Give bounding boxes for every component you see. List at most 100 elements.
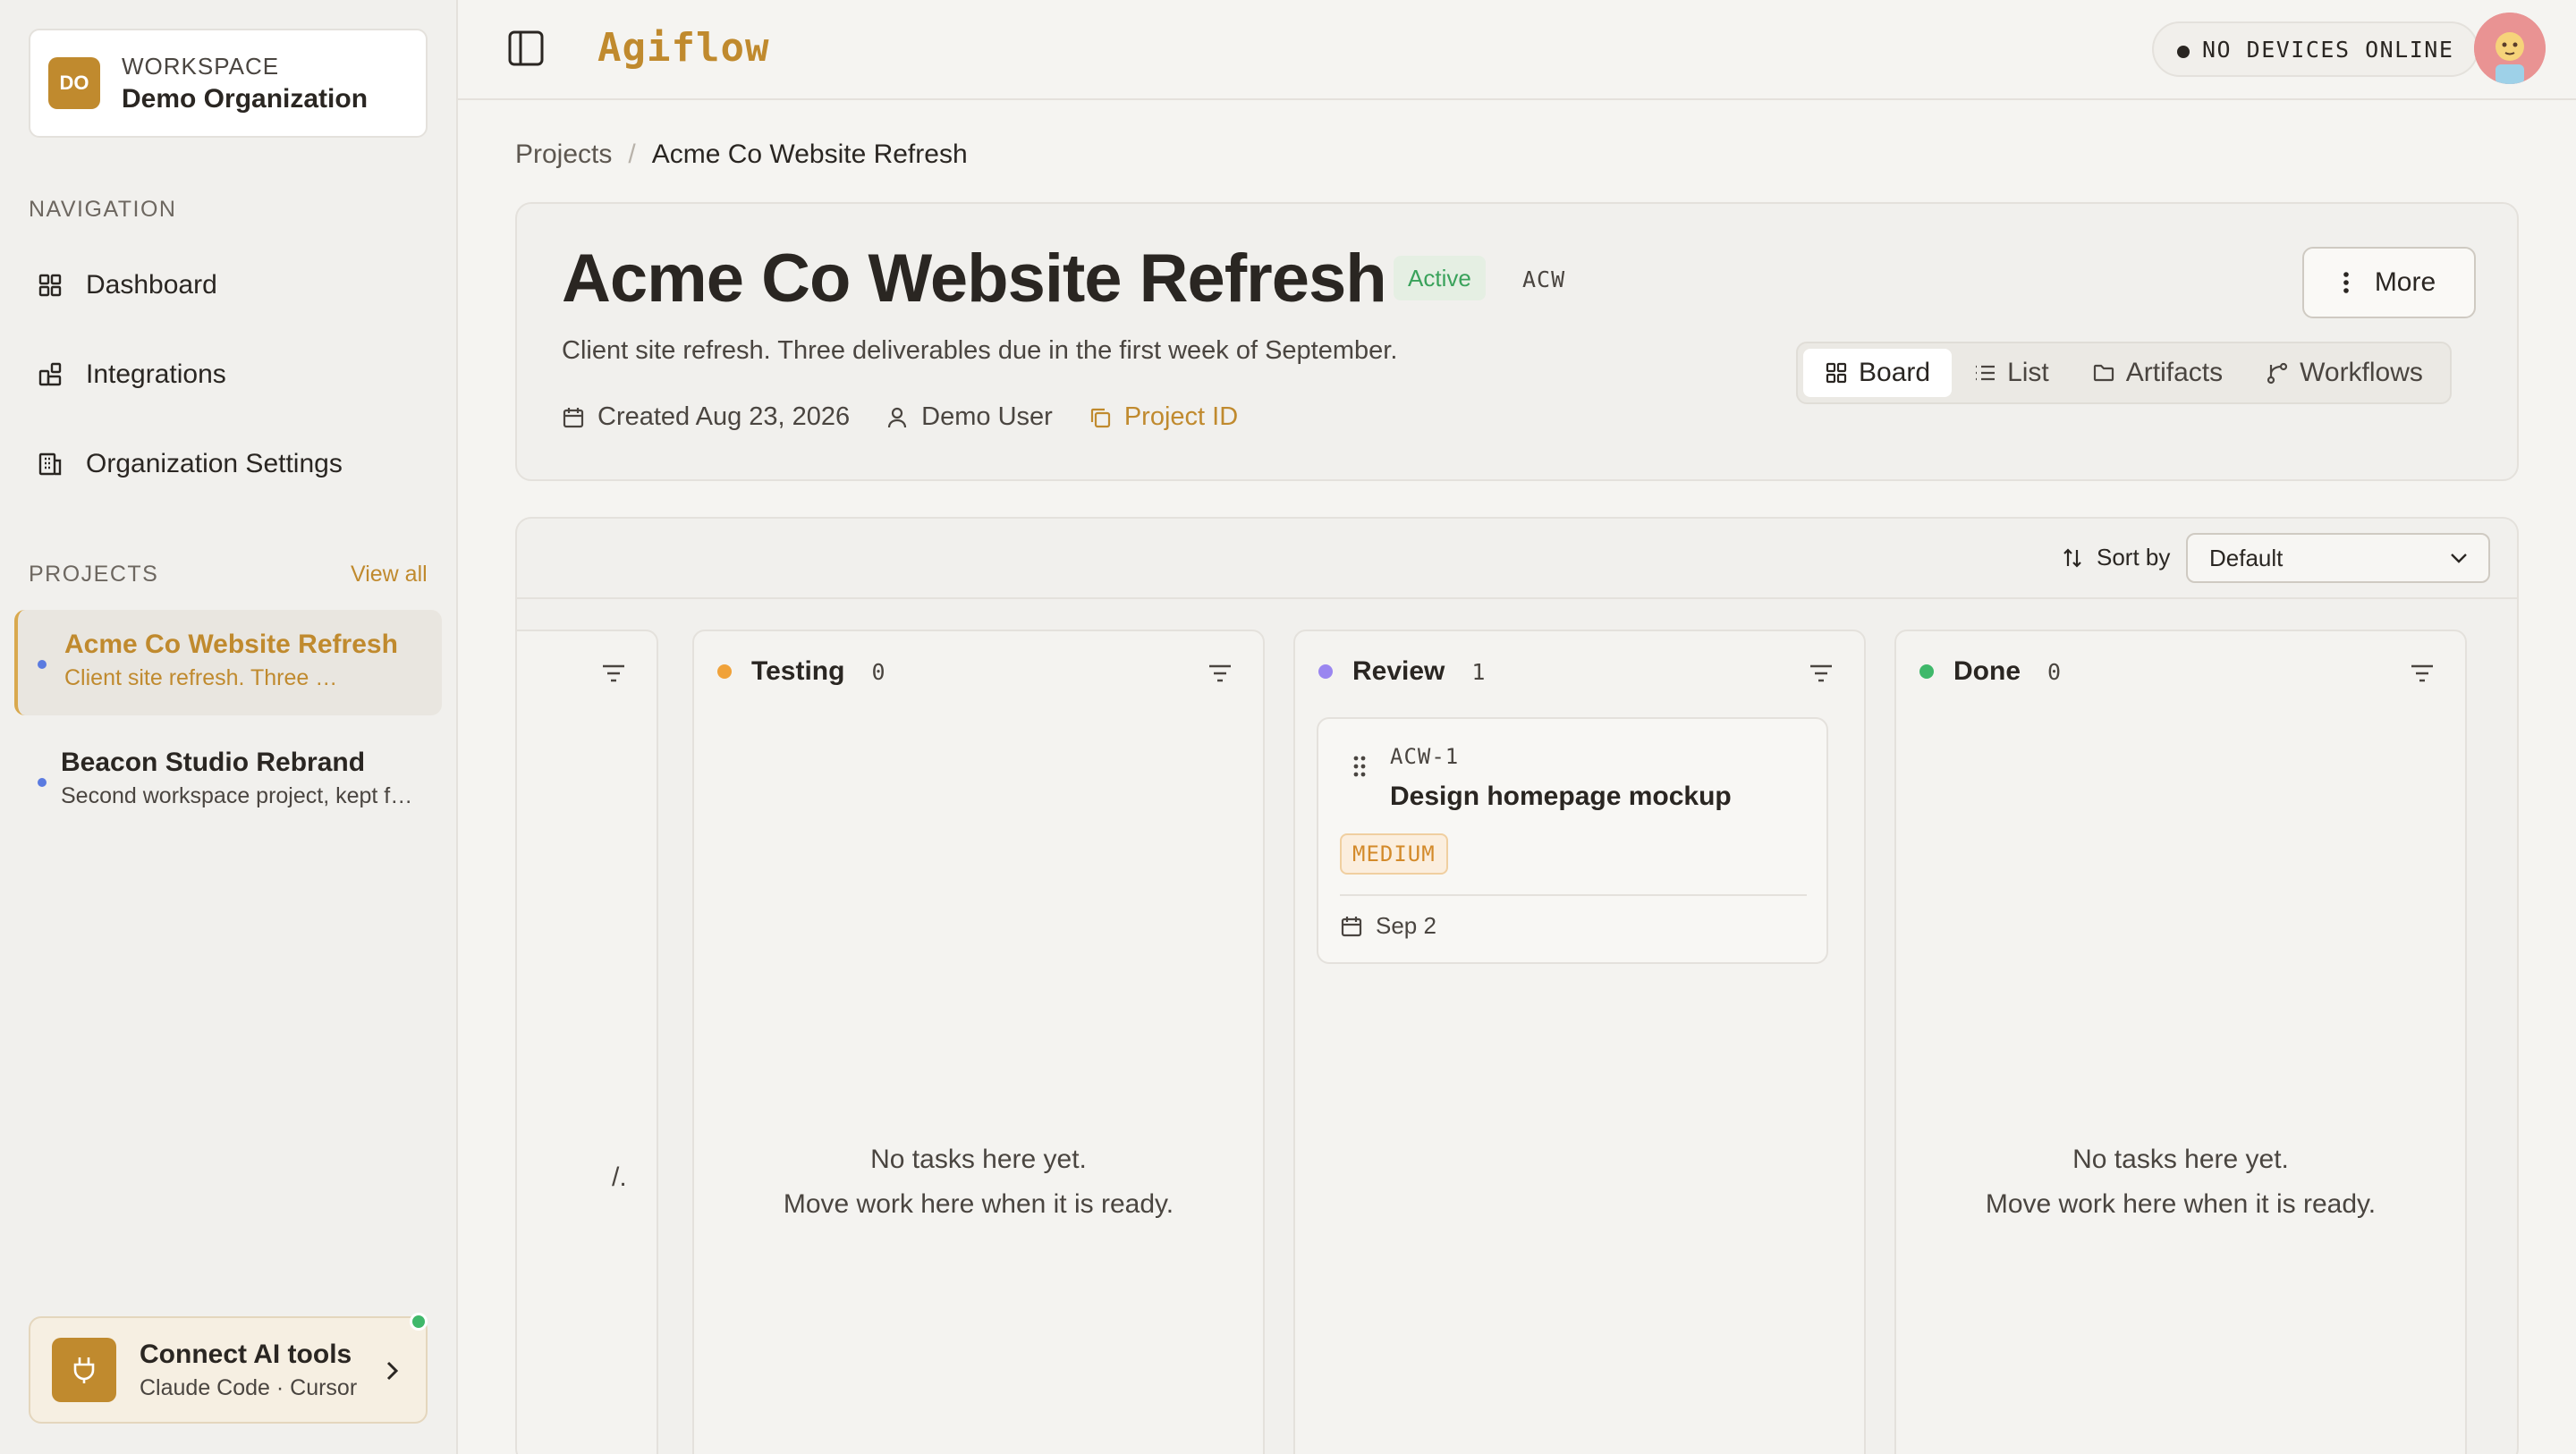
task-card[interactable]: ACW-1 Design homepage mockup MEDIUM Sep … bbox=[1317, 717, 1828, 964]
copy-icon bbox=[1090, 408, 1110, 427]
nav-item-label: Organization Settings bbox=[86, 449, 343, 478]
project-description: Client site refresh. Three deliverables … bbox=[562, 336, 1398, 365]
project-owner: Demo User bbox=[886, 402, 1053, 432]
sort-select[interactable]: Default bbox=[2186, 533, 2490, 583]
navigation-heading: NAVIGATION bbox=[29, 197, 177, 222]
priority-badge: MEDIUM bbox=[1340, 833, 1448, 875]
empty-state-line-2: Move work here when it is ready. bbox=[1985, 1189, 2377, 1219]
nav-item-integrations[interactable]: Integrations bbox=[36, 352, 226, 397]
chevron-down-icon bbox=[2451, 554, 2467, 563]
sidebar: DO WORKSPACE Demo Organization NAVIGATIO… bbox=[0, 0, 458, 1454]
view-tabs: Board List Artifacts Workflows bbox=[1796, 342, 2452, 404]
project-key-badge: ACW bbox=[1522, 266, 1566, 292]
column-title: Review bbox=[1352, 656, 1445, 686]
board-column-partial: /. bbox=[517, 630, 658, 1454]
tab-workflows[interactable]: Workflows bbox=[2244, 349, 2445, 397]
task-title: Design homepage mockup bbox=[1390, 782, 1732, 811]
empty-state-line-1: No tasks here yet. bbox=[870, 1145, 1087, 1174]
project-title: Acme Co Website Refresh bbox=[64, 630, 398, 659]
plug-icon bbox=[52, 1338, 116, 1402]
sort-by-text: Sort by bbox=[2097, 544, 2171, 571]
more-button[interactable]: More bbox=[2302, 247, 2476, 318]
building-icon bbox=[38, 452, 62, 476]
project-dot bbox=[38, 778, 47, 787]
empty-state-line-2: Move work here when it is ready. bbox=[783, 1189, 1174, 1219]
column-empty-state: No tasks here yet. Move work here when i… bbox=[694, 1137, 1263, 1227]
sort-by-label: Sort by bbox=[2061, 544, 2170, 571]
copy-project-id-button[interactable]: Project ID bbox=[1089, 402, 1238, 432]
column-header: Testing 0 bbox=[717, 656, 886, 687]
list-icon bbox=[1976, 365, 1996, 381]
column-header: Done 0 bbox=[1919, 656, 2061, 687]
sort-icon bbox=[2063, 547, 2081, 568]
filter-icon[interactable] bbox=[601, 664, 626, 683]
sidebar-toggle-icon[interactable] bbox=[506, 29, 546, 68]
breadcrumb-separator: / bbox=[628, 139, 636, 169]
project-meta: Created Aug 23, 2026 Demo User Project I… bbox=[562, 402, 1274, 432]
tab-label: Artifacts bbox=[2125, 358, 2224, 387]
workspace-name: Demo Organization bbox=[122, 83, 369, 114]
column-status-dot bbox=[1919, 664, 1934, 679]
board-column-done: Done 0 No tasks here yet. Move work here… bbox=[1894, 630, 2467, 1454]
grid-icon bbox=[1826, 362, 1847, 384]
project-item-beacon[interactable]: Beacon Studio Rebrand Second workspace p… bbox=[14, 728, 442, 826]
project-header: Acme Co Website Refresh Active ACW Clien… bbox=[515, 202, 2519, 481]
column-count: 0 bbox=[2047, 658, 2062, 685]
tab-board[interactable]: Board bbox=[1803, 349, 1953, 397]
task-due-text: Sep 2 bbox=[1376, 912, 1436, 939]
user-avatar[interactable] bbox=[2474, 13, 2546, 84]
project-item-acme[interactable]: Acme Co Website Refresh Client site refr… bbox=[14, 610, 442, 715]
filter-icon[interactable] bbox=[1208, 664, 1233, 683]
calendar-icon bbox=[563, 407, 584, 427]
workspace-switcher[interactable]: DO WORKSPACE Demo Organization bbox=[29, 29, 428, 138]
project-subtitle: Client site refresh. Three deliverables … bbox=[64, 665, 342, 690]
connect-title: Connect AI tools bbox=[140, 1339, 352, 1369]
filter-icon[interactable] bbox=[1809, 664, 1834, 683]
devices-status-pill[interactable]: NO DEVICES ONLINE bbox=[2152, 21, 2479, 77]
project-id-label: Project ID bbox=[1123, 402, 1239, 431]
blocks-icon bbox=[38, 362, 62, 386]
projects-heading: PROJECTS bbox=[29, 562, 159, 587]
more-vertical-icon bbox=[2343, 272, 2349, 293]
created-date-text: Created Aug 23, 2026 bbox=[597, 402, 851, 431]
tab-list[interactable]: List bbox=[1952, 349, 2071, 397]
filter-icon[interactable] bbox=[2410, 664, 2435, 683]
connect-ai-tools-card[interactable]: Connect AI tools Claude Code · Cursor bbox=[29, 1316, 428, 1424]
tab-label: Workflows bbox=[2300, 358, 2423, 387]
column-title: Testing bbox=[751, 656, 845, 686]
task-key: ACW-1 bbox=[1390, 744, 1460, 769]
workspace-avatar: DO bbox=[48, 57, 100, 109]
nav-item-organization-settings[interactable]: Organization Settings bbox=[36, 442, 343, 486]
task-due-date: Sep 2 bbox=[1340, 912, 1436, 940]
created-date: Created Aug 23, 2026 bbox=[562, 402, 850, 432]
task-divider bbox=[1340, 894, 1807, 896]
grid-icon bbox=[38, 274, 62, 297]
folder-icon bbox=[2093, 364, 2114, 382]
column-header: Review 1 bbox=[1318, 656, 1485, 687]
column-count: 0 bbox=[871, 658, 886, 685]
online-status-dot bbox=[410, 1313, 428, 1331]
column-title: Done bbox=[1953, 656, 2021, 686]
tab-artifacts[interactable]: Artifacts bbox=[2071, 349, 2244, 397]
project-title: Beacon Studio Rebrand bbox=[61, 748, 366, 777]
owner-name: Demo User bbox=[921, 402, 1053, 431]
more-button-label: More bbox=[2374, 267, 2436, 297]
breadcrumb-projects-link[interactable]: Projects bbox=[515, 139, 612, 170]
board-toolbar: Sort by Default bbox=[517, 519, 2517, 599]
breadcrumb: Projects / Acme Co Website Refresh bbox=[515, 139, 968, 170]
nav-item-label: Dashboard bbox=[86, 270, 217, 300]
tab-label: List bbox=[2007, 358, 2049, 387]
nav-item-dashboard[interactable]: Dashboard bbox=[36, 263, 217, 308]
breadcrumb-current: Acme Co Website Refresh bbox=[651, 139, 968, 169]
chevron-right-icon bbox=[386, 1361, 399, 1381]
brand-logo[interactable]: Agiflow bbox=[597, 25, 769, 71]
board-column-review: Review 1 ACW-1 Design homepage mockup ME… bbox=[1293, 630, 1866, 1454]
project-dot bbox=[38, 660, 47, 669]
drag-handle-icon[interactable] bbox=[1352, 755, 1367, 778]
empty-state-line-1: No tasks here yet. bbox=[2072, 1145, 2289, 1174]
sort-select-value: Default bbox=[2209, 544, 2284, 571]
column-status-dot bbox=[1318, 664, 1333, 679]
workspace-label: WORKSPACE bbox=[122, 52, 280, 80]
workflow-icon bbox=[2267, 362, 2288, 385]
view-all-projects-link[interactable]: View all bbox=[351, 562, 428, 588]
